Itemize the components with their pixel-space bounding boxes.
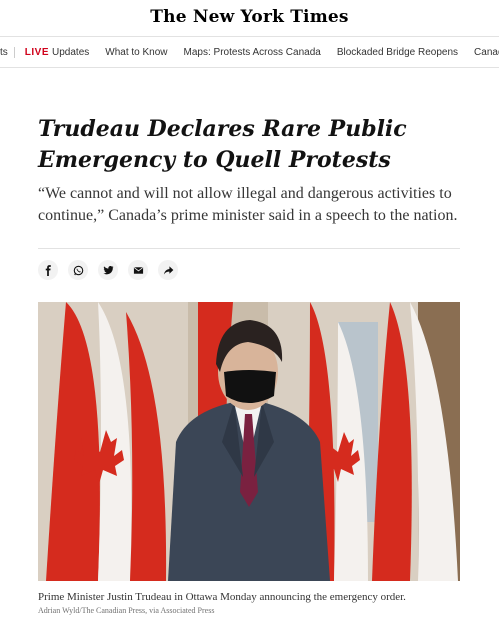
photo-caption: Prime Minister Justin Trudeau in Ottawa … <box>38 591 406 603</box>
live-badge: LIVE <box>24 46 50 58</box>
whatsapp-icon[interactable] <box>68 260 88 280</box>
nav-item-live-updates[interactable]: LIVE Updates <box>15 47 97 58</box>
nav-item-canadians[interactable]: Canadians B <box>466 47 499 58</box>
share-toolbar <box>38 260 178 280</box>
twitter-icon[interactable] <box>98 260 118 280</box>
top-navigation: ts LIVE Updates What to Know Maps: Protes… <box>0 36 499 68</box>
article-summary: “We cannot and will not allow illegal an… <box>38 185 458 224</box>
nav-item-label: Updates <box>52 46 90 58</box>
nav-item-truncated[interactable]: ts <box>0 46 15 58</box>
masthead: The New York Times <box>0 0 499 34</box>
share-arrow-icon[interactable] <box>158 260 178 280</box>
nyt-logo[interactable]: The New York Times <box>150 7 348 27</box>
email-icon[interactable] <box>128 260 148 280</box>
facebook-icon[interactable] <box>38 260 58 280</box>
article-headline: Trudeau Declares Rare Public Emergency t… <box>38 116 407 173</box>
nav-item-what-to-know[interactable]: What to Know <box>97 47 175 58</box>
nav-item-bridge[interactable]: Blockaded Bridge Reopens <box>329 47 466 58</box>
nav-item-maps[interactable]: Maps: Protests Across Canada <box>176 47 329 58</box>
divider <box>38 248 460 249</box>
article-photo[interactable] <box>38 302 460 581</box>
photo-credit: Adrian Wyld/The Canadian Press, via Asso… <box>38 606 215 615</box>
photo-trudeau-flags <box>38 302 460 581</box>
